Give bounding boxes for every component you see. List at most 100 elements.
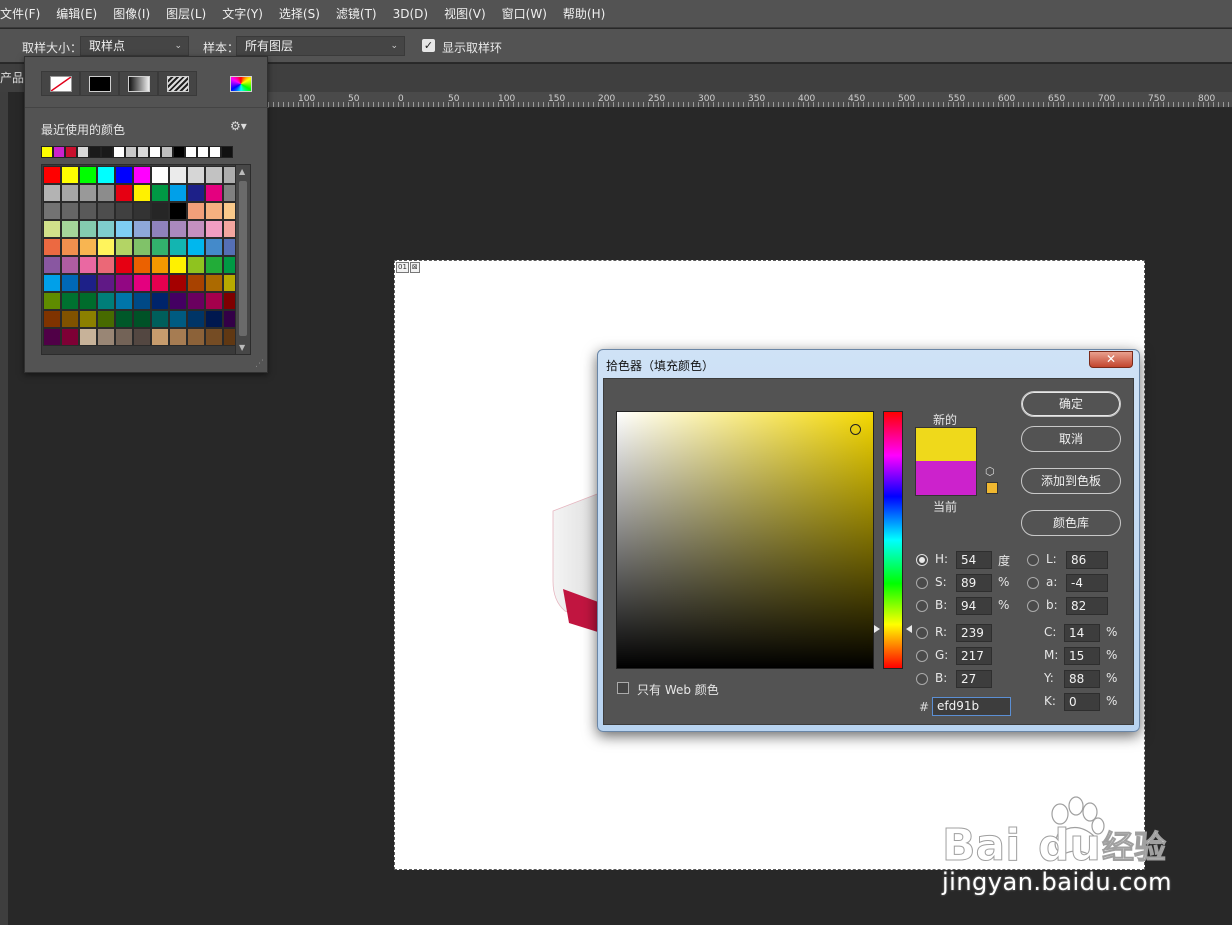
recent-color-swatch[interactable] [185,146,197,158]
color-swatch[interactable] [133,274,151,292]
cancel-button[interactable]: 取消 [1021,426,1121,452]
recent-color-swatch[interactable] [89,146,101,158]
menu-item-5[interactable]: 选择(S) [271,0,328,28]
saturation-radio[interactable] [916,577,928,589]
brightness-radio[interactable] [916,600,928,612]
color-swatch[interactable] [79,274,97,292]
color-swatch[interactable] [61,328,79,346]
color-swatch[interactable] [79,166,97,184]
color-swatch[interactable] [115,292,133,310]
scroll-up-icon[interactable]: ▲ [239,167,245,176]
color-swatch[interactable] [133,238,151,256]
color-swatch[interactable] [187,310,205,328]
recent-color-swatch[interactable] [149,146,161,158]
color-swatch[interactable] [187,256,205,274]
lab-a-radio[interactable] [1027,577,1039,589]
color-swatch[interactable] [79,292,97,310]
recent-color-swatch[interactable] [221,146,233,158]
color-swatch[interactable] [79,238,97,256]
pattern-button[interactable] [158,71,197,96]
color-swatch[interactable] [151,292,169,310]
color-swatch[interactable] [115,328,133,346]
color-swatch[interactable] [133,166,151,184]
recent-color-swatch[interactable] [209,146,221,158]
color-swatch[interactable] [61,166,79,184]
color-swatch[interactable] [133,310,151,328]
menu-item-10[interactable]: 帮助(H) [555,0,613,28]
menu-item-6[interactable]: 滤镜(T) [328,0,385,28]
hue-slider-arrow-left[interactable] [874,625,880,633]
color-swatch[interactable] [187,184,205,202]
color-swatch[interactable] [151,184,169,202]
color-swatch[interactable] [79,184,97,202]
recent-color-swatch[interactable] [161,146,173,158]
color-swatch[interactable] [61,220,79,238]
color-swatch[interactable] [151,202,169,220]
recent-color-swatch[interactable] [41,146,53,158]
add-to-swatches-button[interactable]: 添加到色板 [1021,468,1121,494]
color-swatch[interactable] [169,328,187,346]
menu-item-9[interactable]: 窗口(W) [494,0,555,28]
hue-radio[interactable] [916,554,928,566]
color-selector-ring[interactable] [850,424,861,435]
color-swatch[interactable] [97,238,115,256]
color-swatch[interactable] [169,202,187,220]
color-swatch[interactable] [43,202,61,220]
color-swatch[interactable] [115,220,133,238]
green-input[interactable]: 217 [956,647,992,665]
color-swatch[interactable] [205,166,223,184]
color-swatch[interactable] [187,292,205,310]
color-swatch[interactable] [151,256,169,274]
current-color-swatch[interactable] [915,461,977,496]
color-swatch[interactable] [133,202,151,220]
color-swatch[interactable] [43,184,61,202]
menu-item-2[interactable]: 图像(I) [105,0,158,28]
menu-item-1[interactable]: 编辑(E) [48,0,105,28]
color-swatch[interactable] [115,166,133,184]
color-swatch[interactable] [43,166,61,184]
color-swatch[interactable] [115,184,133,202]
color-swatch[interactable] [133,328,151,346]
color-swatch[interactable] [169,310,187,328]
web-safe-color-swatch[interactable] [986,482,998,494]
color-swatch[interactable] [169,274,187,292]
color-swatch[interactable] [151,274,169,292]
color-swatch[interactable] [187,166,205,184]
color-picker-button[interactable] [227,71,255,96]
color-swatch[interactable] [151,166,169,184]
show-ring-checkbox[interactable]: ✓ [422,39,435,52]
cyan-input[interactable]: 14 [1064,624,1100,642]
color-swatch[interactable] [115,274,133,292]
green-radio[interactable] [916,650,928,662]
color-swatch[interactable] [61,274,79,292]
menu-item-3[interactable]: 图层(L) [158,0,214,28]
scroll-thumb[interactable] [239,181,247,336]
color-swatch[interactable] [133,220,151,238]
document-tab[interactable]: 产品 [0,64,24,92]
web-colors-only-checkbox[interactable] [617,682,629,694]
color-swatch[interactable] [187,220,205,238]
color-swatch[interactable] [133,256,151,274]
color-swatch[interactable] [61,202,79,220]
black-input[interactable]: 0 [1064,693,1100,711]
color-swatch[interactable] [187,274,205,292]
color-swatch[interactable] [205,328,223,346]
color-swatch[interactable] [205,184,223,202]
color-swatch[interactable] [115,202,133,220]
color-swatch[interactable] [61,292,79,310]
lab-l-input[interactable]: 86 [1066,551,1108,569]
color-swatch[interactable] [169,220,187,238]
sample-select[interactable]: 所有图层 ⌄ [236,36,405,56]
brightness-input[interactable]: 94 [956,597,992,615]
swatch-scrollbar[interactable]: ▲ ▼ [235,164,251,355]
menu-item-7[interactable]: 3D(D) [385,0,436,28]
color-swatch[interactable] [151,220,169,238]
color-swatch[interactable] [43,328,61,346]
menu-item-0[interactable]: 文件(F) [0,0,48,28]
recent-color-swatch[interactable] [113,146,125,158]
recent-color-swatch[interactable] [173,146,185,158]
color-swatch[interactable] [115,238,133,256]
color-swatch[interactable] [205,292,223,310]
saturation-brightness-field[interactable] [616,411,874,669]
color-swatch[interactable] [151,238,169,256]
